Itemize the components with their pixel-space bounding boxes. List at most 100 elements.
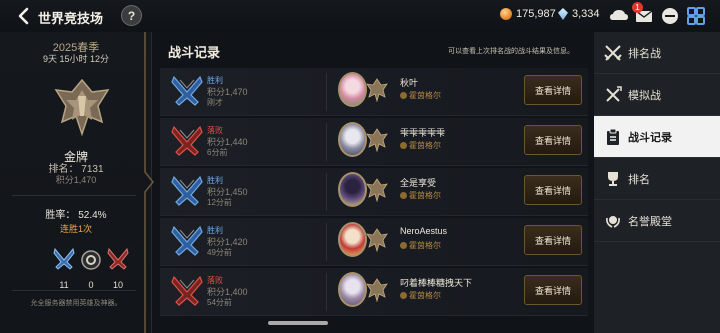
wins-count: 11 [59,280,69,290]
opponent-guild: 霍茵格尔 [400,290,441,301]
opponent-avatar[interactable] [338,72,367,107]
grid-menu-icon[interactable] [685,5,707,27]
row-separator [326,123,327,161]
wins-stat: 11 [52,247,76,290]
opponent-rank-emblem-icon [366,228,388,252]
opponent-guild: 霍茵格尔 [400,140,441,151]
guild-icon [400,142,407,149]
opponent-guild: 霍茵格尔 [400,90,441,101]
win-streak: 连胜1次 [59,224,92,234]
menu-label: 排名 [628,173,650,186]
row-separator [326,223,327,261]
crossed-swords-icon [604,44,622,61]
opponent-avatar[interactable] [338,272,367,307]
gold-coin-icon [500,8,512,20]
chat-icon[interactable] [659,5,681,27]
opponent-name: NeroAestus [400,226,448,236]
guild-icon [400,192,407,199]
menu-label: 模拟战 [628,89,661,102]
opponent-avatar[interactable] [338,172,367,207]
draw-circle-icon [81,250,101,270]
battle-time: 刚才 [207,98,223,107]
crystal-amount: 3,334 [572,8,600,20]
opponent-rank-emblem-icon [366,178,388,202]
view-details-button[interactable]: 查看详情 [524,225,582,255]
side-menu: 排名战 模拟战 战斗记录 排名 名誉殿堂 [594,32,720,333]
victory-swords-icon [171,175,203,206]
page-title: 世界竞技场 [38,11,104,26]
help-button[interactable]: ? [121,5,142,26]
guild-name: 霍茵格尔 [409,241,441,250]
ban-notice: 允全服务器禁用英雄及神器。 [30,300,122,307]
opponent-rank-emblem-icon [366,128,388,152]
view-details-button[interactable]: 查看详情 [524,125,582,155]
menu-label: 名誉殿堂 [628,215,672,228]
battle-time: 12分前 [207,198,232,207]
menu-practice-battle[interactable]: 模拟战 [594,74,720,116]
back-arrow-icon[interactable] [14,6,34,26]
gold-amount: 175,987 [516,8,556,20]
opponent-name: 雫雫雫雫雫 [400,128,446,138]
opponent-guild: 霍茵格尔 [400,190,441,201]
gold-rank-emblem-icon [54,78,110,137]
battle-log-hint: 可以查看上次排名战的战斗结果及信息。 [448,48,574,55]
win-rate: 胜率： 52.4% [45,210,107,221]
opponent-rank-emblem-icon [366,78,388,102]
guild-name: 霍茵格尔 [409,91,441,100]
crystal-icon [558,8,568,20]
battle-time: 6分前 [207,148,228,157]
guild-icon [400,92,407,99]
menu-label: 战斗记录 [628,131,672,144]
losses-stat: 10 [106,247,130,290]
opponent-guild: 霍茵格尔 [400,240,441,251]
gold-counter[interactable]: 175,987 [500,8,556,20]
row-separator [326,73,327,111]
view-details-button[interactable]: 查看详情 [524,175,582,205]
guild-name: 霍茵格尔 [409,191,441,200]
opponent-name: 叼着棒棒糖拽天下 [400,278,473,288]
crystal-counter[interactable]: 3,334 [558,8,600,20]
menu-hall-of-fame[interactable]: 名誉殿堂 [594,200,720,242]
battle-time: 49分前 [207,248,232,257]
guild-icon [400,292,407,299]
guild-icon [400,242,407,249]
trophy-icon [608,171,618,186]
top-bar: 世界竞技场 ? 175,987 3,334 1 [0,0,720,32]
menu-ranking[interactable]: 排名 [594,158,720,200]
defeat-swords-icon [171,125,203,156]
opponent-name: 秋叶 [400,78,419,88]
view-details-button[interactable]: 查看详情 [524,75,582,105]
view-details-button[interactable]: 查看详情 [524,275,582,305]
opponent-avatar[interactable] [338,222,367,257]
practice-swords-icon [606,85,622,102]
guild-name: 霍茵格尔 [409,141,441,150]
battle-record-row: 胜利 积分1,450 12分前 全是享受 霍茵格尔 查看详情 [160,168,588,216]
defeat-swords-icon [171,275,203,306]
losses-count: 10 [112,280,123,290]
battle-log-title: 战斗记录 [168,45,221,60]
home-indicator [268,321,328,325]
menu-label: 排名战 [628,47,661,60]
battle-time: 54分前 [207,298,232,307]
battle-record-row: 胜利 积分1,420 49分前 NeroAestus 霍茵格尔 查看详情 [160,218,588,266]
cloud-menu-icon[interactable] [608,5,630,27]
opponent-name: 全是享受 [400,178,437,188]
clipboard-icon [607,128,619,145]
battle-record-row: 落败 积分1,440 6分前 雫雫雫雫雫 霍茵格尔 查看详情 [160,118,588,166]
victory-swords-icon [53,247,75,270]
divider [12,195,136,196]
victory-swords-icon [171,225,203,256]
row-separator [326,173,327,211]
rank-score: 积分1,470 [55,175,97,185]
guild-name: 霍茵格尔 [409,291,441,300]
opponent-rank-emblem-icon [366,278,388,302]
season-time-left: 9天 15小时 12分 [42,54,110,64]
divider [12,290,136,291]
battle-record-row: 胜利 积分1,470 刚才 秋叶 霍茵格尔 查看详情 [160,68,588,116]
defeat-swords-icon [107,247,129,270]
menu-battle-log[interactable]: 战斗记录 [594,116,720,158]
laurel-icon [606,215,620,228]
menu-ranked-battle[interactable]: 排名战 [594,32,720,74]
opponent-avatar[interactable] [338,122,367,157]
battle-record-row: 落败 积分1,400 54分前 叼着棒棒糖拽天下 霍茵格尔 查看详情 [160,268,588,316]
